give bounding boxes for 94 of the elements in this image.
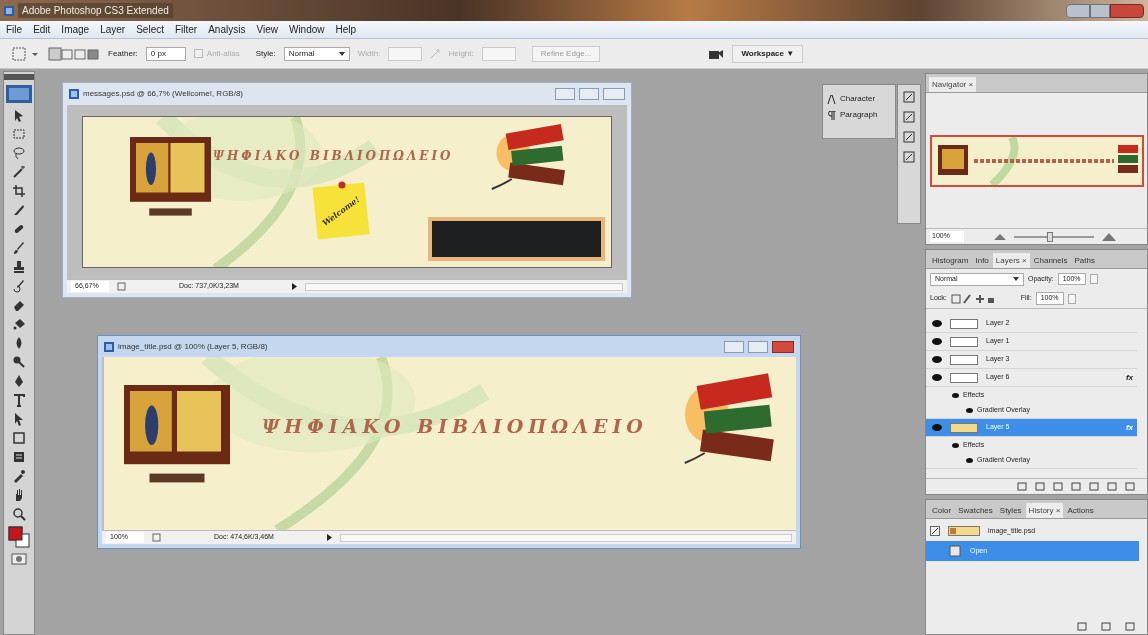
width-field[interactable]: [388, 46, 423, 61]
status-icon: [117, 282, 126, 291]
eye-icon: [966, 458, 973, 463]
lock-icons: [950, 293, 995, 304]
menu-item[interactable]: File: [6, 22, 23, 37]
layer-thumbnail: [950, 354, 978, 365]
dodge-icon: [12, 355, 26, 369]
bucket-icon: [12, 317, 26, 331]
magic-wand-icon: [12, 165, 26, 179]
window-title: Adobe Photoshop CS3 Extended: [18, 3, 173, 18]
fx-badge[interactable]: fx: [1125, 371, 1133, 384]
eye-icon: [966, 408, 973, 413]
stepper-icon: [1067, 293, 1076, 304]
panel-button[interactable]: Character: [840, 93, 876, 105]
banner-heading: ΨΗΦΙΑΚΟ ΒΙΒΛΙΟΠΩΛΕΙΟ: [262, 414, 648, 440]
color-swatches-icon: [8, 526, 30, 548]
brush-icon: [12, 241, 26, 255]
minimize-button[interactable]: [555, 88, 575, 100]
type-icon: [12, 393, 26, 407]
document-title: messages.psd @ 66,7% (Wellcome!, RGB/8): [83, 88, 244, 100]
panel-button[interactable]: Paragraph: [840, 109, 878, 121]
character-icon: [827, 94, 836, 104]
zoom-out-icon: [994, 233, 1006, 240]
step-icon: [948, 545, 962, 557]
play-icon: [292, 283, 297, 290]
layer-thumbnail: [950, 372, 978, 383]
slice-icon: [12, 203, 26, 217]
ps-logo-icon: [6, 85, 32, 103]
feather-label: Feather:: [108, 47, 138, 60]
marquee-tool-icon: [12, 46, 40, 61]
panel-tab[interactable]: History ×: [1025, 503, 1064, 518]
brush-source-icon: [930, 526, 940, 536]
paragraph-icon: [827, 110, 836, 120]
style-dropdown[interactable]: Normal: [283, 46, 350, 61]
close-button[interactable]: [1110, 3, 1144, 18]
document-title: image_title.psd @ 100% (Layer 5, RGB/8): [118, 340, 268, 353]
maximize-button[interactable]: [579, 88, 599, 100]
crop-icon: [12, 184, 26, 198]
close-button[interactable]: [772, 340, 794, 353]
play-icon: [327, 534, 332, 542]
height-field[interactable]: [481, 46, 516, 61]
panel-tab[interactable]: Layers ×: [992, 253, 1030, 268]
stamp-icon: [12, 260, 26, 274]
snapshot-thumbnail: [948, 526, 980, 536]
minimize-button[interactable]: [724, 340, 744, 353]
width-label: Width:: [357, 47, 381, 60]
style-label: Style:: [255, 47, 276, 60]
menu-item[interactable]: Analysis: [208, 22, 246, 37]
eye-icon: [952, 442, 959, 448]
minimize-button[interactable]: [1066, 3, 1090, 18]
pin-icon: [338, 181, 346, 189]
quick-mask-icon: [11, 553, 27, 565]
layer-thumbnail: [950, 318, 978, 329]
panel-tab[interactable]: Navigator ×: [929, 77, 977, 92]
eyedropper-icon: [12, 469, 26, 483]
banner-heading: ΨΗΦΙΑΚΟ ΒΙΒΛΙΟΠΩΛΕΙΟ: [213, 148, 454, 165]
notes-icon: [12, 450, 26, 464]
horizontal-scrollbar[interactable]: [305, 282, 623, 291]
anti-alias-label: Anti-alias: [206, 47, 240, 60]
maximize-button[interactable]: [1090, 3, 1110, 18]
slider-thumb[interactable]: [1047, 231, 1054, 242]
history-brush-icon: [12, 279, 26, 293]
zoom-icon: [12, 507, 26, 521]
menu-item[interactable]: Edit: [33, 22, 51, 37]
menu-item[interactable]: Select: [136, 22, 164, 37]
menu-item[interactable]: View: [256, 22, 278, 37]
menu-item[interactable]: Filter: [174, 22, 198, 37]
shape-icon: [12, 431, 26, 445]
menu-item[interactable]: Help: [335, 22, 357, 37]
pen-icon: [12, 374, 26, 388]
caret-icon: [338, 51, 345, 56]
zoom-in-icon: [1102, 232, 1116, 241]
panel-grip[interactable]: [4, 74, 34, 80]
menu-item[interactable]: Image: [61, 22, 90, 37]
eraser-icon: [12, 298, 26, 312]
horizontal-scrollbar[interactable]: [340, 533, 792, 542]
layer-thumbnail: [950, 336, 978, 347]
stepper-icon: [1089, 274, 1098, 284]
marquee-icon: [12, 127, 26, 141]
feather-field[interactable]: 0 px: [145, 46, 186, 61]
document-icon: [104, 341, 114, 352]
app-icon: [4, 5, 14, 16]
menu-item[interactable]: Window: [288, 22, 325, 37]
layer-thumbnail: [950, 422, 978, 433]
document-icon: [69, 89, 79, 99]
eye-icon: [952, 392, 959, 398]
workspace-button[interactable]: Workspace ▼: [732, 44, 804, 63]
caret-icon: [1013, 277, 1019, 281]
lasso-icon: [12, 146, 26, 160]
menu-item[interactable]: Layer: [100, 22, 126, 37]
bridge-icon: [708, 47, 725, 60]
swap-icon: [430, 48, 441, 59]
selection-mode-icon: [48, 46, 100, 61]
status-icon: [152, 533, 161, 543]
